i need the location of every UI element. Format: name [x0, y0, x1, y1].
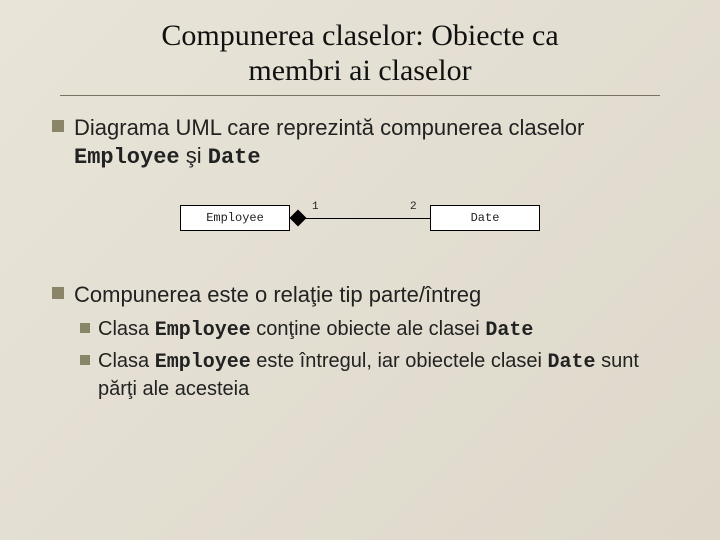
slide-content: Diagrama UML care reprezintă compunerea …: [0, 114, 720, 402]
uml-association-line: [300, 218, 430, 219]
sub-bullets: Clasa Employee conţine obiecte ale clase…: [52, 316, 668, 402]
title-line2: membri ai claselor: [248, 54, 471, 87]
title-underline: [60, 95, 660, 96]
code-date: Date: [485, 319, 533, 342]
square-bullet-icon: [80, 323, 90, 333]
sub-bullet-2-text: Clasa Employee este întregul, iar obiect…: [98, 348, 668, 402]
multiplicity-right: 2: [410, 201, 417, 213]
bullet-item-2: Compunerea este o relaţie tip parte/într…: [52, 281, 668, 310]
bullet-item-1: Diagrama UML care reprezintă compunerea …: [52, 114, 668, 173]
code-employee: Employee: [155, 351, 251, 374]
text-fragment: conţine obiecte ale clasei: [251, 318, 486, 340]
bullet-1-text: Diagrama UML care reprezintă compunerea …: [74, 114, 668, 173]
slide-title: Compunerea claselor: Obiecte ca membri a…: [0, 0, 720, 95]
text-fragment: Clasa: [98, 350, 155, 372]
code-employee: Employee: [155, 319, 251, 342]
text-fragment: Diagrama UML care reprezintă compunerea …: [74, 115, 584, 140]
multiplicity-left: 1: [312, 201, 319, 213]
square-bullet-icon: [52, 120, 64, 132]
sub-bullet-1: Clasa Employee conţine obiecte ale clase…: [80, 316, 668, 344]
sub-bullet-1-text: Clasa Employee conţine obiecte ale clase…: [98, 316, 533, 344]
code-date: Date: [208, 145, 261, 170]
square-bullet-icon: [80, 355, 90, 365]
uml-diagram-inner: Employee 1 2 Date: [180, 193, 540, 243]
text-fragment: este întregul, iar obiectele clasei: [251, 350, 548, 372]
code-date: Date: [548, 351, 596, 374]
square-bullet-icon: [52, 287, 64, 299]
text-fragment: şi: [180, 143, 208, 168]
text-fragment: Clasa: [98, 318, 155, 340]
title-line1: Compunerea claselor: Obiecte ca: [161, 19, 558, 52]
uml-class-date: Date: [430, 205, 540, 231]
uml-class-employee: Employee: [180, 205, 290, 231]
uml-diagram: Employee 1 2 Date: [52, 193, 668, 243]
code-employee: Employee: [74, 145, 180, 170]
bullet-2-text: Compunerea este o relaţie tip parte/într…: [74, 281, 481, 310]
sub-bullet-2: Clasa Employee este întregul, iar obiect…: [80, 348, 668, 402]
